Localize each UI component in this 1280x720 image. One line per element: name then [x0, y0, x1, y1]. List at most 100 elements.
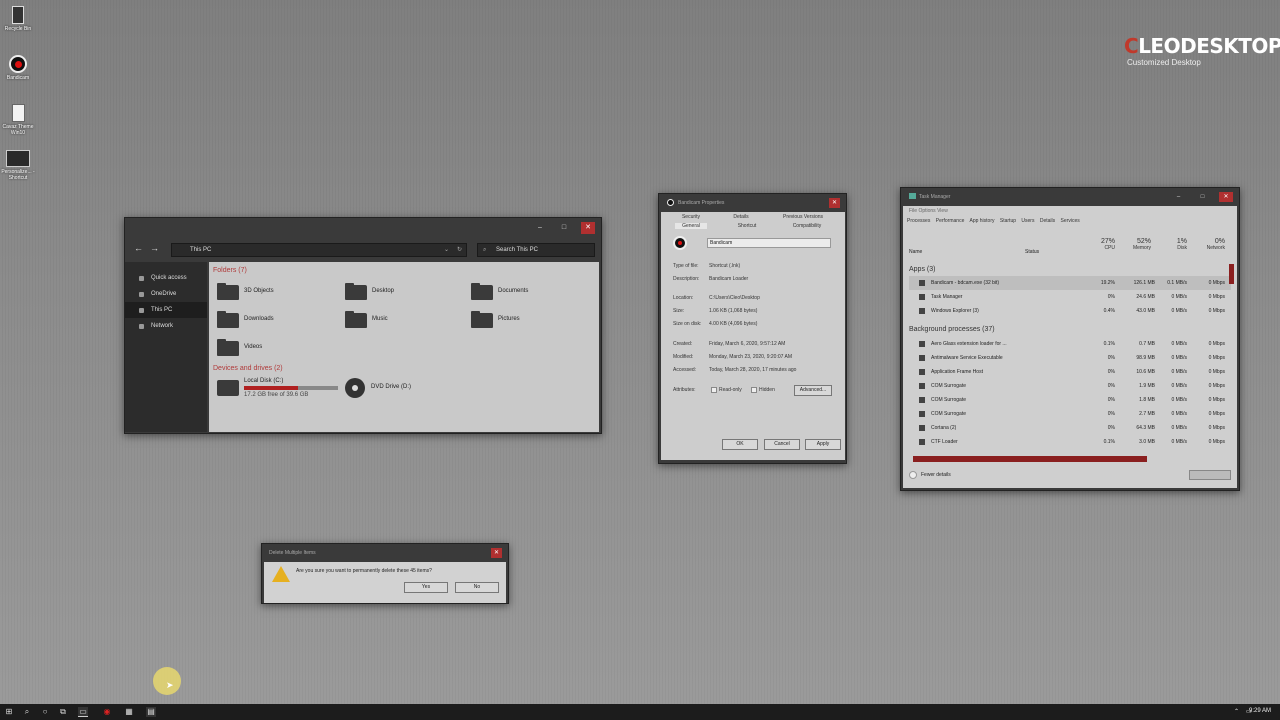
folder-3d-objects[interactable]: 3D Objects	[217, 283, 337, 302]
desktop-icon-theme[interactable]: Cavaz Theme Win10	[0, 104, 36, 136]
tab-services[interactable]: Services	[1061, 218, 1080, 224]
back-arrow-icon[interactable]: ←	[134, 243, 143, 253]
folder-downloads[interactable]: Downloads	[217, 311, 337, 330]
tray-chevron-icon[interactable]: ⌃	[1234, 708, 1239, 715]
process-row[interactable]: Cortana (2) 0% 64.3 MB 0 MB/s 0 Mbps	[909, 421, 1231, 435]
search-placeholder: Search This PC	[496, 247, 538, 253]
clock[interactable]: 9:29 AM	[1249, 708, 1271, 714]
process-row[interactable]: Bandicam - bdcam.exe (32 bit) 19.2% 126.1 …	[909, 276, 1231, 290]
name-field[interactable]: Bandicam	[707, 238, 831, 248]
windows-start-icon[interactable]: ⊞	[4, 707, 14, 717]
drive-d[interactable]: DVD Drive (D:)	[345, 378, 445, 402]
close-button[interactable]: ✕	[581, 222, 595, 234]
no-button[interactable]: No	[455, 582, 499, 593]
cancel-button[interactable]: Cancel	[764, 439, 800, 450]
sidebar-item-network[interactable]: Network	[125, 318, 207, 334]
tab-app-history[interactable]: App history	[969, 218, 994, 224]
tab-processes[interactable]: Processes	[907, 218, 930, 224]
apply-button[interactable]: Apply	[805, 439, 841, 450]
process-row[interactable]: Application Frame Host 0% 10.6 MB 0 MB/s 0 M…	[909, 365, 1231, 379]
sidebar-item-onedrive[interactable]: OneDrive	[125, 286, 207, 302]
close-button[interactable]: ✕	[829, 198, 840, 208]
sidebar-item-quick-access[interactable]: Quick access	[125, 270, 207, 286]
fewer-details-link[interactable]: Fewer details	[921, 472, 951, 478]
chevron-down-icon[interactable]: ⌄	[444, 244, 449, 256]
tab-shortcut[interactable]: Shortcut	[731, 223, 763, 229]
close-button[interactable]: ✕	[1219, 192, 1233, 202]
process-icon	[919, 341, 925, 347]
readonly-checkbox[interactable]	[711, 387, 717, 393]
horizontal-scrollbar[interactable]	[913, 456, 1147, 462]
ok-button[interactable]: OK	[722, 439, 758, 450]
process-name: Windows Explorer (3)	[931, 308, 979, 314]
column-header-disk[interactable]: 1% Disk	[1157, 238, 1187, 251]
properties-taskbar-icon[interactable]: ▤	[146, 707, 156, 717]
sidebar-item-this-pc[interactable]: This PC	[125, 302, 207, 318]
dialog-body: Are you sure you want to permanently del…	[264, 562, 506, 603]
folder-videos[interactable]: Videos	[217, 339, 337, 358]
desktop-icon-bandicam[interactable]: Bandicam	[0, 55, 36, 81]
folder-music[interactable]: Music	[345, 311, 465, 330]
folder-documents[interactable]: Documents	[471, 283, 591, 302]
minimize-button[interactable]: –	[1173, 192, 1184, 202]
search-input[interactable]: ⌕ Search This PC	[477, 243, 595, 257]
taskmanager-taskbar-icon[interactable]: ▦	[124, 707, 134, 717]
tab-previous-versions[interactable]: Previous Versions	[777, 214, 829, 220]
tab-startup[interactable]: Startup	[1000, 218, 1016, 224]
process-row[interactable]: COM Surrogate 0% 2.7 MB 0 MB/s 0 Mbps	[909, 407, 1231, 421]
maximize-button[interactable]: □	[557, 222, 571, 234]
process-row[interactable]: Antimalware Service Executable 0% 98.9 MB 0…	[909, 351, 1231, 365]
menu-bar[interactable]: File Options View	[909, 208, 948, 214]
tab-details[interactable]: Details	[725, 214, 757, 220]
column-header-status[interactable]: Status	[1025, 249, 1039, 255]
process-row[interactable]: CTF Loader 0.1% 3.0 MB 0 MB/s 0 Mbps	[909, 435, 1231, 449]
tab-details[interactable]: Details	[1040, 218, 1055, 224]
bandicam-taskbar-icon[interactable]: ◉	[102, 707, 112, 717]
tab-performance[interactable]: Performance	[936, 218, 965, 224]
column-header-cpu[interactable]: 27% CPU	[1085, 238, 1115, 251]
vertical-scrollbar[interactable]	[1229, 264, 1234, 284]
tab-compatibility[interactable]: Compatibility	[781, 223, 833, 229]
process-row[interactable]: Windows Explorer (3) 0.4% 43.0 MB 0 MB/s 0 M…	[909, 304, 1231, 318]
forward-arrow-icon[interactable]: →	[150, 243, 159, 253]
column-header-memory[interactable]: 52% Memory	[1119, 238, 1151, 251]
explorer-titlebar[interactable]: – □ ✕	[125, 218, 601, 240]
process-cpu: 0%	[1107, 369, 1115, 375]
folders-section-header[interactable]: Folders (7)	[213, 267, 247, 274]
folder-pictures[interactable]: Pictures	[471, 311, 591, 330]
column-header-name[interactable]: Name	[909, 249, 922, 255]
computer-icon	[139, 308, 144, 313]
drives-section-header[interactable]: Devices and drives (2)	[213, 365, 283, 372]
chevron-up-icon[interactable]	[909, 471, 917, 479]
folder-icon	[217, 283, 239, 300]
advanced-button[interactable]: Advanced...	[794, 385, 832, 396]
yes-button[interactable]: Yes	[404, 582, 448, 593]
drive-c[interactable]: Local Disk (C:) 17.2 GB free of 39.6 GB	[217, 378, 338, 402]
column-header-network[interactable]: 0% Network	[1191, 238, 1225, 251]
minimize-button[interactable]: –	[533, 222, 547, 234]
properties-titlebar[interactable]: Bandicam Properties ✕	[659, 194, 846, 212]
refresh-icon[interactable]: ↻	[457, 244, 462, 256]
dialog-titlebar[interactable]: Delete Multiple Items ✕	[262, 544, 508, 562]
tab-general[interactable]: General	[675, 223, 707, 229]
process-row[interactable]: COM Surrogate 0% 1.9 MB 0 MB/s 0 Mbps	[909, 379, 1231, 393]
task-view-icon[interactable]: ⧉	[58, 707, 68, 717]
process-row[interactable]: Task Manager 0% 24.6 MB 0 MB/s 0 Mbps	[909, 290, 1231, 304]
address-bar[interactable]: This PC ⌄ ↻	[171, 243, 467, 257]
desktop-icon-recycle-bin[interactable]: Recycle Bin	[0, 6, 36, 32]
hidden-checkbox[interactable]	[751, 387, 757, 393]
process-cpu: 0%	[1107, 411, 1115, 417]
file-explorer-icon[interactable]: ▭	[78, 707, 88, 717]
end-task-button[interactable]	[1189, 470, 1231, 480]
folder-desktop[interactable]: Desktop	[345, 283, 465, 302]
close-button[interactable]: ✕	[491, 548, 502, 558]
maximize-button[interactable]: □	[1197, 192, 1208, 202]
process-row[interactable]: COM Surrogate 0% 1.8 MB 0 MB/s 0 Mbps	[909, 393, 1231, 407]
search-icon[interactable]: ⌕	[22, 707, 32, 717]
desktop-icon-personalize[interactable]: Personalize... - Shortcut	[0, 150, 36, 181]
taskmanager-titlebar[interactable]: Task Manager – □ ✕	[901, 188, 1239, 206]
process-row[interactable]: Aero Glass extension loader for ... 0.1% 0…	[909, 337, 1231, 351]
cortana-icon[interactable]: ○	[40, 707, 50, 717]
tab-security[interactable]: Security	[675, 214, 707, 220]
tab-users[interactable]: Users	[1021, 218, 1034, 224]
